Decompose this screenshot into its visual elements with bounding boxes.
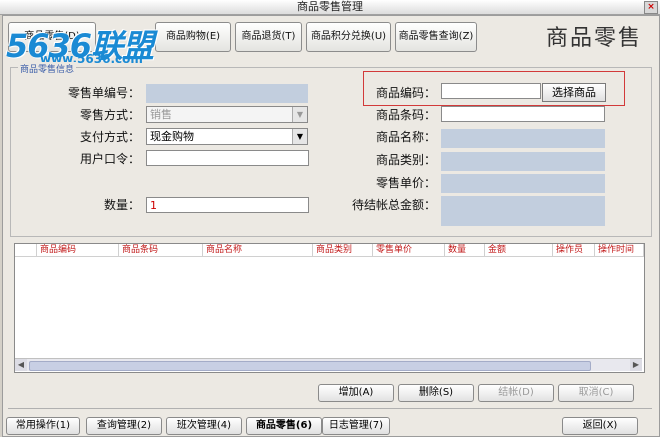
- sale-mode-value: 销售: [150, 108, 172, 121]
- sale-mode-label: 零售方式：: [79, 108, 140, 122]
- code-label: 商品编码：: [375, 86, 436, 100]
- pay-mode-value: 现金购物: [150, 130, 194, 143]
- sales-grid[interactable]: 商品编码 商品条码 商品名称 商品类别 零售单价 数量 金额 操作员 操作时间: [14, 243, 645, 373]
- nav-log-mgmt[interactable]: 日志管理(7): [322, 417, 390, 435]
- col-barcode[interactable]: 商品条码: [119, 244, 203, 257]
- nav-query-mgmt[interactable]: 查询管理(2): [86, 417, 162, 435]
- nav-shift-mgmt[interactable]: 班次管理(4): [166, 417, 242, 435]
- sale-no-field: [146, 84, 308, 103]
- user-password-field[interactable]: [146, 150, 309, 166]
- delete-button[interactable]: 删除(S): [398, 384, 474, 402]
- col-operate-time[interactable]: 操作时间: [595, 244, 644, 257]
- product-name-label: 商品名称：: [375, 130, 436, 144]
- tab-retail-query[interactable]: 商品零售查询(Z): [395, 22, 477, 52]
- col-operator[interactable]: 操作员: [553, 244, 595, 257]
- col-quantity[interactable]: 数量: [445, 244, 485, 257]
- group-title: 商品零售信息: [18, 62, 77, 75]
- nav-common-ops[interactable]: 常用操作(1): [6, 417, 80, 435]
- horizontal-scrollbar[interactable]: ◀ ▶: [15, 358, 642, 371]
- divider: [8, 408, 652, 409]
- category-field: [441, 152, 605, 171]
- back-button[interactable]: 返回(X): [562, 417, 638, 435]
- chevron-down-icon[interactable]: ▼: [292, 129, 307, 144]
- sale-no-label: 零售单编号：: [67, 86, 140, 100]
- scroll-thumb[interactable]: [29, 361, 591, 371]
- page-heading: 商品零售: [546, 26, 643, 51]
- cancel-button[interactable]: 取消(C): [558, 384, 634, 402]
- nav-retail[interactable]: 商品零售(6): [246, 417, 322, 435]
- chevron-down-icon: ▼: [292, 107, 307, 122]
- col-amount[interactable]: 金额: [485, 244, 553, 257]
- scroll-left-icon[interactable]: ◀: [15, 359, 27, 371]
- col-product-name[interactable]: 商品名称: [203, 244, 313, 257]
- barcode-label: 商品条码：: [375, 108, 436, 122]
- tab-return[interactable]: 商品退货(T): [235, 22, 302, 52]
- row-indicator-header: [15, 244, 37, 257]
- window-title: 商品零售管理: [0, 0, 660, 15]
- qty-label: 数量：: [103, 198, 140, 212]
- category-label: 商品类别：: [375, 153, 436, 167]
- col-category[interactable]: 商品类别: [313, 244, 373, 257]
- product-name-field: [441, 129, 605, 148]
- total-label: 待结帐总金额：: [351, 198, 436, 212]
- price-label: 零售单价：: [375, 176, 436, 190]
- quantity-field[interactable]: 1: [146, 197, 309, 213]
- close-icon[interactable]: ×: [644, 1, 658, 14]
- price-field: [441, 174, 605, 193]
- pay-mode-select[interactable]: 现金购物 ▼: [146, 128, 308, 145]
- select-product-button[interactable]: 选择商品: [542, 83, 606, 102]
- sale-mode-select: 销售 ▼: [146, 106, 308, 123]
- tab-purchase[interactable]: 商品购物(E): [155, 22, 231, 52]
- barcode-field[interactable]: [441, 106, 605, 122]
- checkout-button[interactable]: 结帐(D): [478, 384, 554, 402]
- col-unit-price[interactable]: 零售单价: [373, 244, 445, 257]
- col-product-code[interactable]: 商品编码: [37, 244, 119, 257]
- user-pwd-label: 用户口令：: [79, 152, 140, 166]
- pay-mode-label: 支付方式：: [79, 130, 140, 144]
- scroll-right-icon[interactable]: ▶: [630, 359, 642, 371]
- add-button[interactable]: 增加(A): [318, 384, 394, 402]
- product-code-field[interactable]: [441, 83, 541, 99]
- total-amount-field: [441, 196, 605, 226]
- tab-points-exchange[interactable]: 商品积分兑换(U): [306, 22, 391, 52]
